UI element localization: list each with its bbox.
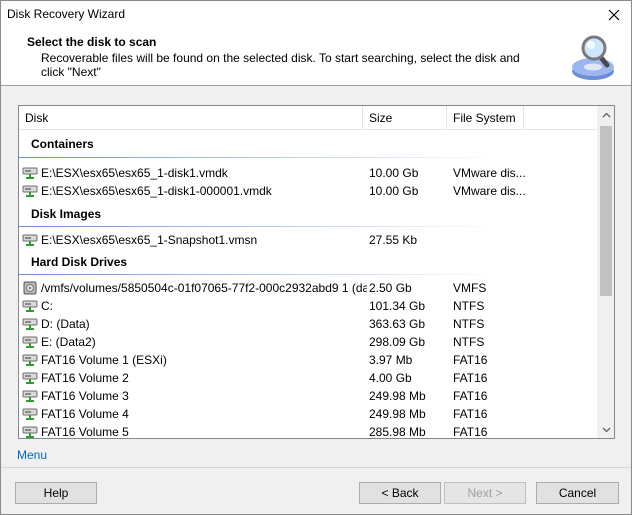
group-hard-disk-drives: Hard Disk Drives [31,255,128,269]
window-title: Disk Recovery Wizard [7,7,126,21]
scroll-up-button[interactable] [598,106,614,123]
list-header: Disk Size File System [19,106,598,130]
table-row[interactable]: /vmfs/volumes/5850504c-01f07065-77f2-000… [19,279,598,297]
table-row[interactable]: FAT16 Volume 1 (ESXi) 3.97 Mb FAT16 [19,351,598,369]
drive-icon [22,234,38,246]
table-row[interactable]: FAT16 Volume 4 249.98 Mb FAT16 [19,405,598,423]
column-size[interactable]: Size [363,106,447,130]
group-disk-images: Disk Images [31,207,102,221]
cancel-button[interactable]: Cancel [536,482,619,504]
group-divider [19,226,499,227]
drive-icon [22,426,38,438]
group-divider [19,274,499,275]
table-row[interactable]: FAT16 Volume 2 4.00 Gb FAT16 [19,369,598,387]
chevron-up-icon [602,112,611,117]
next-button[interactable]: Next > [444,482,526,504]
drive-icon [22,372,38,384]
disk-list[interactable]: Disk Size File System Containers E:\ESX\… [18,105,615,439]
table-row[interactable]: D: (Data) 363.63 Gb NTFS [19,315,598,333]
drive-icon [22,318,38,330]
table-row[interactable]: FAT16 Volume 5 285.98 Mb FAT16 [19,423,598,438]
table-row[interactable]: FAT16 Volume 3 249.98 Mb FAT16 [19,387,598,405]
page-title: Select the disk to scan [27,35,157,49]
footer-divider [1,467,631,468]
vertical-scrollbar[interactable] [597,106,614,438]
drive-icon [22,354,38,366]
wizard-header: Select the disk to scan Recoverable file… [1,29,631,85]
group-divider [19,157,499,158]
title-bar: Disk Recovery Wizard [1,1,631,29]
drive-icon [22,336,38,348]
group-containers: Containers [31,137,94,151]
scroll-down-button[interactable] [598,421,614,438]
chevron-down-icon [602,427,611,432]
column-file-system[interactable]: File System [447,106,524,130]
header-divider [1,85,631,86]
list-body: Containers E:\ESX\esx65\esx65_1-disk1.vm… [19,130,598,438]
table-row[interactable]: E: (Data2) 298.09 Gb NTFS [19,333,598,351]
disk-search-icon [572,35,614,80]
drive-icon [22,408,38,420]
table-row[interactable]: E:\ESX\esx65\esx65_1-disk1.vmdk 10.00 Gb… [19,164,598,182]
page-description: Recoverable files will be found on the s… [41,51,520,79]
drive-icon [22,300,38,312]
drive-icon [22,390,38,402]
drive-icon [22,167,38,179]
drive-icon [22,185,38,197]
hdd-icon [23,281,37,295]
help-button[interactable]: Help [15,482,97,504]
menu-link[interactable]: Menu [17,448,47,462]
close-button[interactable] [597,1,631,29]
scrollbar-thumb[interactable] [600,126,612,296]
wizard-window: Disk Recovery Wizard Select the disk to … [0,0,632,515]
table-row[interactable]: E:\ESX\esx65\esx65_1-disk1-000001.vmdk 1… [19,182,598,200]
table-row[interactable]: C: 101.34 Gb NTFS [19,297,598,315]
close-icon [608,9,620,21]
back-button[interactable]: < Back [359,482,441,504]
column-disk[interactable]: Disk [19,106,363,130]
table-row[interactable]: E:\ESX\esx65\esx65_1-Snapshot1.vmsn 27.5… [19,231,598,249]
